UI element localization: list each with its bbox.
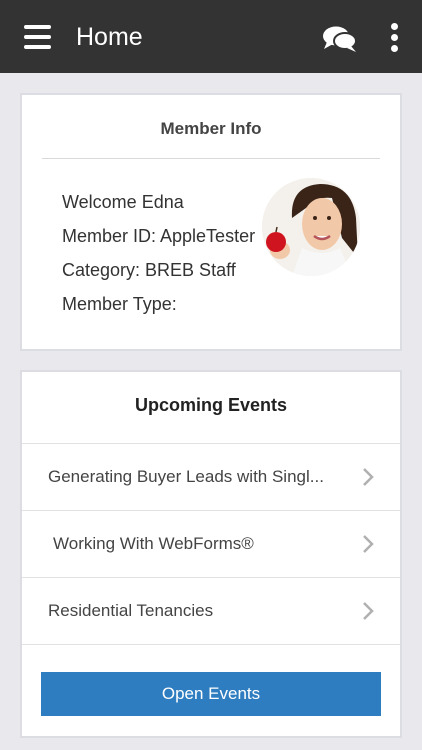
event-label: Generating Buyer Leads with Singl... bbox=[48, 467, 324, 486]
upcoming-events-card: Upcoming Events Generating Buyer Leads w… bbox=[20, 370, 402, 738]
event-label: Residential Tenancies bbox=[48, 601, 214, 620]
chevron-right-icon bbox=[363, 468, 374, 486]
event-row-1[interactable]: Generating Buyer Leads with Singl... bbox=[22, 444, 400, 511]
open-events-button[interactable]: Open Events bbox=[41, 672, 381, 716]
member-info-title: Member Info bbox=[160, 119, 262, 138]
hamburger-menu-icon[interactable] bbox=[24, 25, 51, 49]
chevron-right-icon bbox=[363, 535, 374, 553]
divider bbox=[42, 158, 380, 159]
event-label: Working With WebForms® bbox=[53, 534, 254, 553]
upcoming-events-title: Upcoming Events bbox=[22, 372, 400, 444]
event-row-3[interactable]: Residential Tenancies bbox=[22, 578, 400, 645]
chevron-right-icon bbox=[363, 602, 374, 620]
vertical-dots-icon[interactable] bbox=[388, 23, 400, 53]
chat-bubbles-icon[interactable] bbox=[322, 25, 358, 53]
member-details: Welcome Edna Member ID: AppleTester Cate… bbox=[62, 185, 255, 321]
avatar bbox=[262, 178, 360, 276]
event-row-2[interactable]: Working With WebForms® bbox=[22, 511, 400, 578]
page-title: Home bbox=[76, 23, 143, 51]
welcome-text: Welcome Edna bbox=[62, 192, 184, 212]
member-type-text: Member Type: bbox=[62, 294, 177, 314]
top-app-bar: Home bbox=[0, 0, 422, 73]
member-info-card: Member Info Welcome Edna Member ID: Appl… bbox=[20, 93, 402, 351]
member-id-text: Member ID: AppleTester bbox=[62, 226, 256, 246]
category-text: Category: BREB Staff bbox=[62, 260, 236, 280]
